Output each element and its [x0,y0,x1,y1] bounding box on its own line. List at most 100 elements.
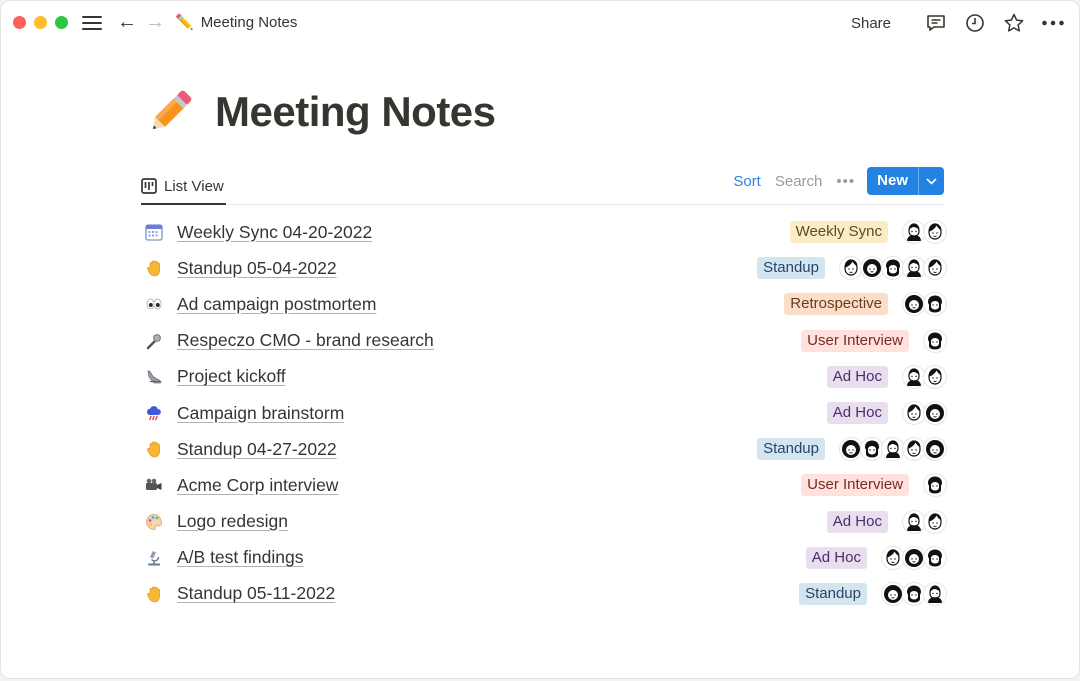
share-button[interactable]: Share [851,15,891,32]
avatar [923,328,947,353]
new-button-label: New [877,172,908,189]
list-item-title[interactable]: Weekly Sync 04-20-2022 [177,222,372,243]
raised-hand-icon [144,258,164,278]
back-arrow-icon[interactable]: ← [117,11,137,33]
avatar [923,473,947,498]
list-item[interactable]: A/B test findings Ad Hoc [141,540,947,576]
attendees [923,473,947,498]
sort-button[interactable]: Sort [733,173,761,190]
palette-icon [144,512,164,532]
chevron-down-icon[interactable] [918,167,944,195]
attendees [839,256,947,281]
board-icon [141,178,157,194]
view-more-button[interactable]: ••• [836,173,855,190]
list-item[interactable]: Acme Corp interview User Interview [141,467,947,503]
star-icon[interactable] [1002,11,1026,35]
breadcrumb-label: Meeting Notes [200,13,298,31]
list-item[interactable]: Weekly Sync 04-20-2022 Weekly Sync [141,214,947,250]
type-tag: User Interview [801,329,909,352]
eyes-icon [144,294,164,314]
list-item-title[interactable]: Standup 04-27-2022 [177,439,337,460]
attendees [881,581,947,606]
type-tag: Weekly Sync [789,221,888,244]
tab-label: List View [164,177,224,195]
type-tag: Retrospective [784,293,888,316]
list-item-properties: Ad Hoc [826,395,947,431]
type-tag: Standup [757,257,825,280]
list-item-properties: User Interview [801,467,947,503]
list-item[interactable]: Standup 05-11-2022 Standup [141,576,947,612]
avatar [923,581,947,606]
list-item[interactable]: Ad campaign postmortem Retrospective [141,286,947,322]
minimize-window-button[interactable] [34,16,47,29]
list-item-properties: Standup [757,250,947,286]
list-item[interactable]: Campaign brainstorm Ad Hoc [141,395,947,431]
attendees [902,364,947,389]
list-item-properties: Standup [757,431,947,467]
app-window: ← → ✏️ Meeting Notes Share Meeting Notes… [0,0,1080,679]
forward-arrow-icon[interactable]: → [145,11,165,33]
search-button[interactable]: Search [775,173,823,190]
view-bar: List View Sort Search ••• New [141,165,944,205]
list-item-title[interactable]: Project kickoff [177,366,286,387]
microphone-icon [144,331,164,351]
breadcrumb[interactable]: ✏️ Meeting Notes [175,13,298,32]
raised-hand-icon [144,439,164,459]
attendees [881,545,947,570]
attendees [902,292,947,317]
list-item-title[interactable]: Standup 05-11-2022 [177,583,335,604]
close-window-button[interactable] [13,16,26,29]
type-tag: Ad Hoc [826,510,888,533]
list-item[interactable]: Logo redesign Ad Hoc [141,504,947,540]
avatar [923,256,947,281]
hamburger-icon[interactable] [82,15,102,31]
list-item-title[interactable]: Standup 05-04-2022 [177,258,337,279]
avatar [923,292,947,317]
pencil-icon: ✏️ [175,14,194,31]
list-item-properties: Ad Hoc [826,504,947,540]
list-item-title[interactable]: A/B test findings [177,547,303,568]
avatar [923,509,947,534]
type-tag: Ad Hoc [826,365,888,388]
list-item[interactable]: Project kickoff Ad Hoc [141,359,947,395]
avatar [923,364,947,389]
new-button[interactable]: New [867,167,944,195]
list-item-title[interactable]: Campaign brainstorm [177,403,344,424]
type-tag: Ad Hoc [805,546,867,569]
avatar [923,220,947,245]
type-tag: User Interview [801,474,909,497]
tab-list-view[interactable]: List View [141,169,226,205]
meeting-list: Weekly Sync 04-20-2022 Weekly Sync Standup… [141,214,947,612]
list-item-properties: Retrospective [784,286,947,322]
maximize-window-button[interactable] [55,16,68,29]
attendees [902,401,947,426]
avatar [923,401,947,426]
list-item-title[interactable]: Respeczo CMO - brand research [177,330,434,351]
avatar [923,545,947,570]
view-actions: Sort Search ••• New [733,167,944,195]
microscope-icon [144,548,164,568]
page-title: Meeting Notes [215,88,496,135]
list-item-properties: Weekly Sync [789,214,947,250]
list-item[interactable]: Standup 05-04-2022 Standup [141,250,947,286]
list-item-title[interactable]: Logo redesign [177,511,288,532]
list-item-properties: User Interview [801,323,947,359]
more-icon[interactable] [1041,11,1065,35]
list-item-title[interactable]: Ad campaign postmortem [177,294,376,315]
avatar [923,437,947,462]
page-header: Meeting Notes [143,85,496,139]
clock-icon[interactable] [963,11,987,35]
attendees [839,437,947,462]
attendees [923,328,947,353]
list-item[interactable]: Standup 04-27-2022 Standup [141,431,947,467]
video-camera-icon [144,475,164,495]
type-tag: Standup [799,582,867,605]
raised-hand-icon [144,584,164,604]
list-item-properties: Standup [799,576,947,612]
list-item[interactable]: Respeczo CMO - brand research User Interv… [141,323,947,359]
pencil-icon[interactable] [143,85,197,139]
list-item-title[interactable]: Acme Corp interview [177,475,338,496]
comment-icon[interactable] [924,11,948,35]
attendees [902,509,947,534]
type-tag: Standup [757,438,825,461]
